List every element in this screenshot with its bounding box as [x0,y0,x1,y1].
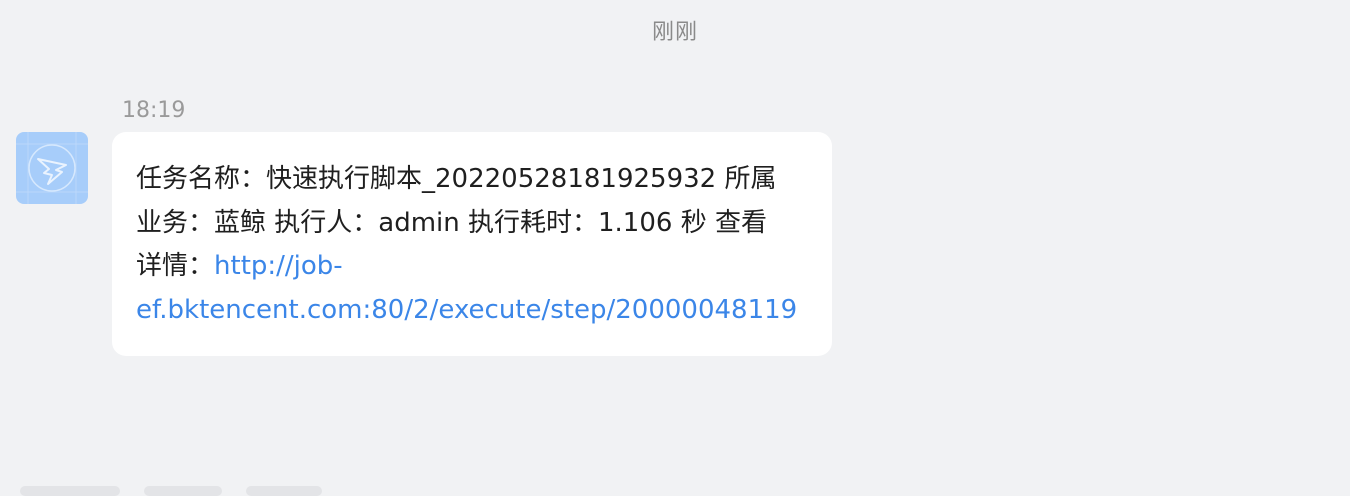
details-link-part-1[interactable]: http://job- [214,251,343,281]
toolbar-item[interactable] [20,486,120,496]
time-divider: 刚刚 [651,20,698,45]
dingtalk-wing-icon [16,132,88,204]
details-link-part-2[interactable]: ef.bktencent.com:80/2/execute/step/20000… [136,295,797,325]
toolbar-item[interactable] [144,486,222,496]
message-line-4: ef.bktencent.com:80/2/execute/step/20000… [136,289,812,333]
message-bubble: 任务名称：快速执行脚本_20220528181925932 所属 业务：蓝鲸 执… [112,132,832,356]
message-line-1: 任务名称：快速执行脚本_20220528181925932 所属 [136,164,777,194]
message-line-3: 详情：http://job- [136,245,812,289]
message-text: 任务名称：快速执行脚本_20220528181925932 所属 业务：蓝鲸 执… [136,158,812,332]
bottom-toolbar-edge [0,486,1350,496]
details-label: 详情： [136,251,215,281]
message-timestamp: 18:19 [122,98,186,123]
sender-avatar[interactable] [16,132,88,204]
message-line-2: 业务：蓝鲸 执行人：admin 执行耗时：1.106 秒 查看 [136,207,767,238]
toolbar-item[interactable] [246,486,322,496]
